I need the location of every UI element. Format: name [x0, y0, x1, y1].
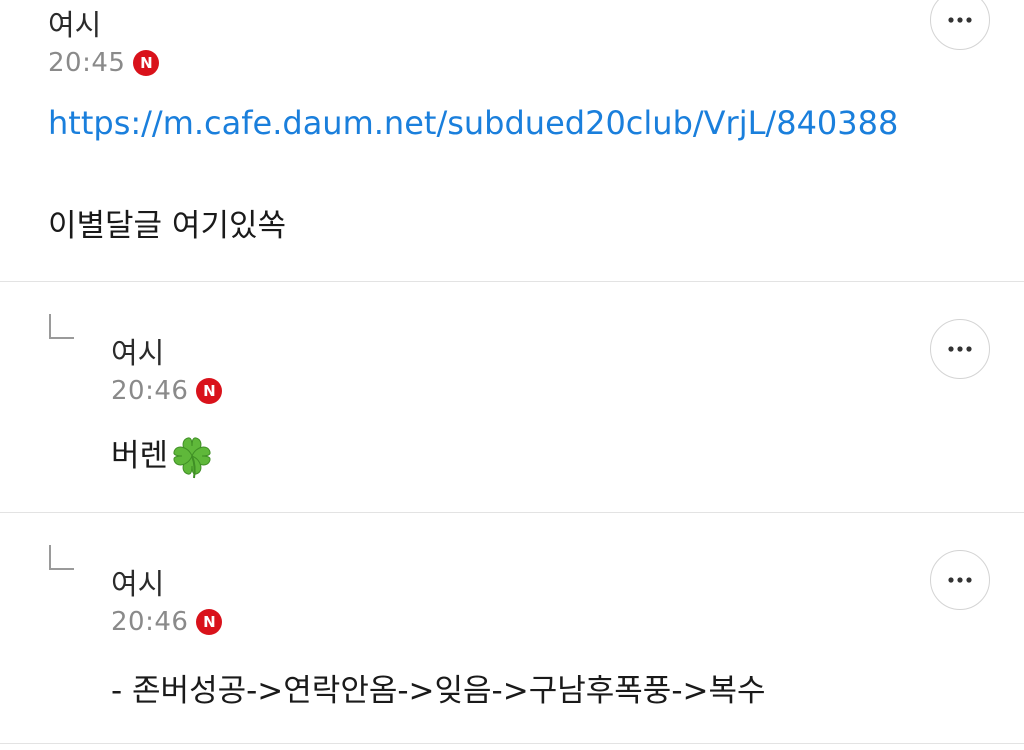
new-badge-icon: N	[133, 50, 160, 76]
comment-text-content: 버렌	[111, 438, 169, 474]
comment-meta: 20:46 N	[111, 607, 223, 637]
reply-comment-item: 여시 20:46 N 버렌	[0, 282, 1024, 512]
reply-arrow-icon	[49, 314, 74, 339]
more-horizontal-icon	[948, 346, 972, 352]
new-badge-icon: N	[196, 609, 223, 635]
comment-meta: 20:46 N	[111, 376, 223, 406]
comment-text: 버렌	[111, 430, 214, 480]
comment-timestamp: 20:46	[111, 376, 189, 406]
comment-link[interactable]: https://m.cafe.daum.net/subdued20club/Vr…	[48, 104, 898, 142]
comment-timestamp: 20:45	[48, 48, 126, 78]
comment-timestamp: 20:46	[111, 607, 189, 637]
comment-author[interactable]: 여시	[111, 330, 164, 372]
four-leaf-clover-icon	[173, 436, 211, 478]
comment-text: - 존버성공->연락안옴->잊음->구남후폭풍->복수	[111, 673, 766, 709]
comment-item: 여시 20:45 N https://m.cafe.daum.net/subdu…	[0, 0, 1024, 281]
more-options-button[interactable]	[930, 550, 990, 610]
reply-arrow-icon	[49, 545, 74, 570]
comment-text: 이별달글 여기있쏙	[48, 208, 287, 244]
more-options-button[interactable]	[930, 0, 990, 50]
more-horizontal-icon	[948, 577, 972, 583]
more-options-button[interactable]	[930, 319, 990, 379]
comment-divider	[0, 743, 1024, 744]
comment-author[interactable]: 여시	[48, 2, 101, 44]
reply-comment-item: 여시 20:46 N - 존버성공->연락안옴->잊음->구남후폭풍->복수	[0, 513, 1024, 743]
more-horizontal-icon	[948, 17, 972, 23]
new-badge-icon: N	[196, 378, 223, 404]
comment-meta: 20:45 N	[48, 48, 160, 78]
comment-author[interactable]: 여시	[111, 561, 164, 603]
